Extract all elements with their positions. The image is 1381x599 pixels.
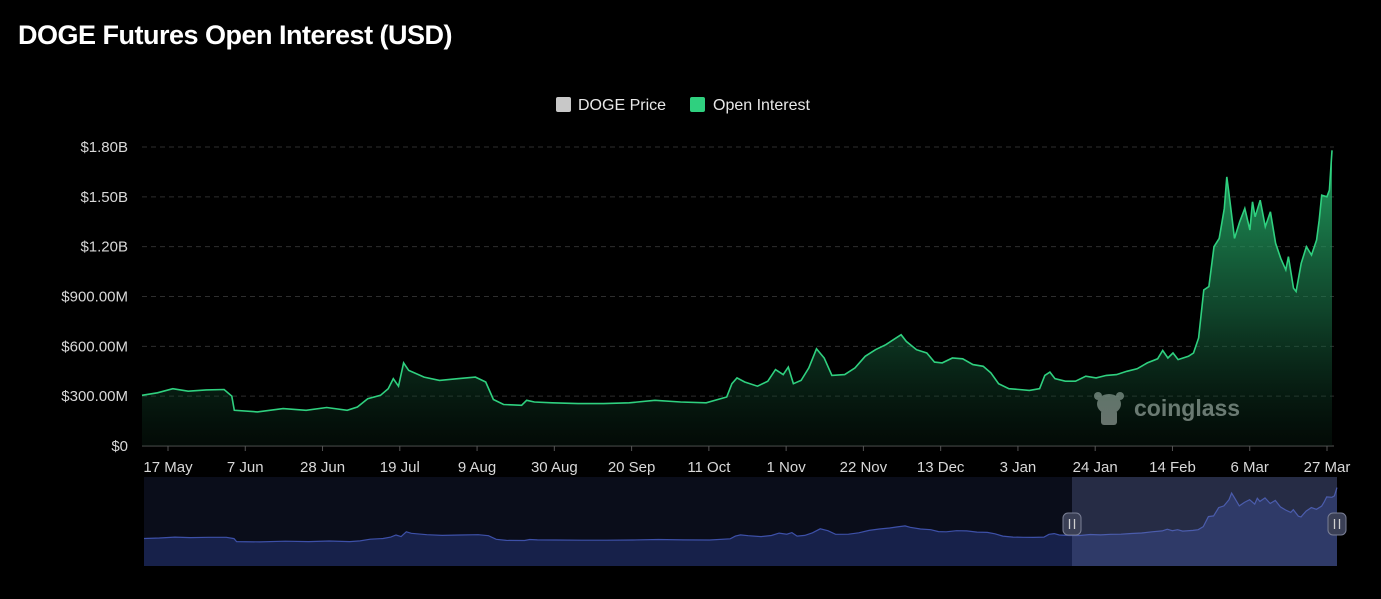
- y-axis-labels: $0 $300.00M $600.00M $900.00M $1.20B $1.50B $1…: [61, 139, 128, 455]
- x-tick-label: 27 Mar: [1304, 459, 1351, 476]
- legend-swatch-open-interest: [690, 97, 705, 112]
- range-navigator[interactable]: [143, 477, 1347, 566]
- navigator-right-handle[interactable]: [1327, 512, 1347, 536]
- legend-item-open-interest[interactable]: Open Interest: [690, 97, 811, 114]
- y-tick-label: $1.50B: [80, 189, 128, 206]
- legend-label-open-interest: Open Interest: [713, 97, 811, 114]
- y-tick-label: $600.00M: [61, 338, 128, 355]
- navigator-left-handle[interactable]: [1062, 512, 1082, 536]
- x-tick-label: 11 Oct: [687, 459, 731, 476]
- y-tick-label: $0: [111, 438, 128, 455]
- x-tick-label: 30 Aug: [531, 459, 578, 476]
- x-tick-label: 17 May: [143, 459, 193, 476]
- x-axis-labels: 17 May 7 Jun 28 Jun 19 Jul 9 Aug 30 Aug 20 Sep…: [143, 446, 1350, 476]
- x-tick-label: 14 Feb: [1149, 459, 1196, 476]
- y-tick-label: $1.20B: [80, 239, 128, 256]
- legend-swatch-doge-price: [556, 97, 571, 112]
- y-tick-label: $900.00M: [61, 289, 128, 306]
- x-tick-label: 22 Nov: [840, 459, 888, 476]
- navigator-selected-window[interactable]: [1072, 477, 1337, 566]
- x-tick-label: 9 Aug: [458, 459, 496, 476]
- x-tick-label: 28 Jun: [300, 459, 345, 476]
- x-tick-label: 1 Nov: [767, 459, 807, 476]
- x-tick-label: 24 Jan: [1073, 459, 1118, 476]
- x-tick-label: 20 Sep: [608, 459, 656, 476]
- open-interest-area: [142, 150, 1332, 447]
- open-interest-chart: DOGE Price Open Interest $0 $300.00M $600.…: [61, 97, 1350, 566]
- x-tick-label: 13 Dec: [917, 459, 965, 476]
- x-tick-label: 3 Jan: [1000, 459, 1037, 476]
- x-tick-label: 7 Jun: [227, 459, 264, 476]
- legend-label-doge-price: DOGE Price: [578, 97, 666, 114]
- y-tick-label: $1.80B: [80, 139, 128, 156]
- y-tick-label: $300.00M: [61, 388, 128, 405]
- x-tick-label: 6 Mar: [1231, 459, 1269, 476]
- x-tick-label: 19 Jul: [380, 459, 420, 476]
- legend-item-doge-price[interactable]: DOGE Price: [556, 97, 666, 114]
- chart-legend: DOGE Price Open Interest: [556, 97, 811, 114]
